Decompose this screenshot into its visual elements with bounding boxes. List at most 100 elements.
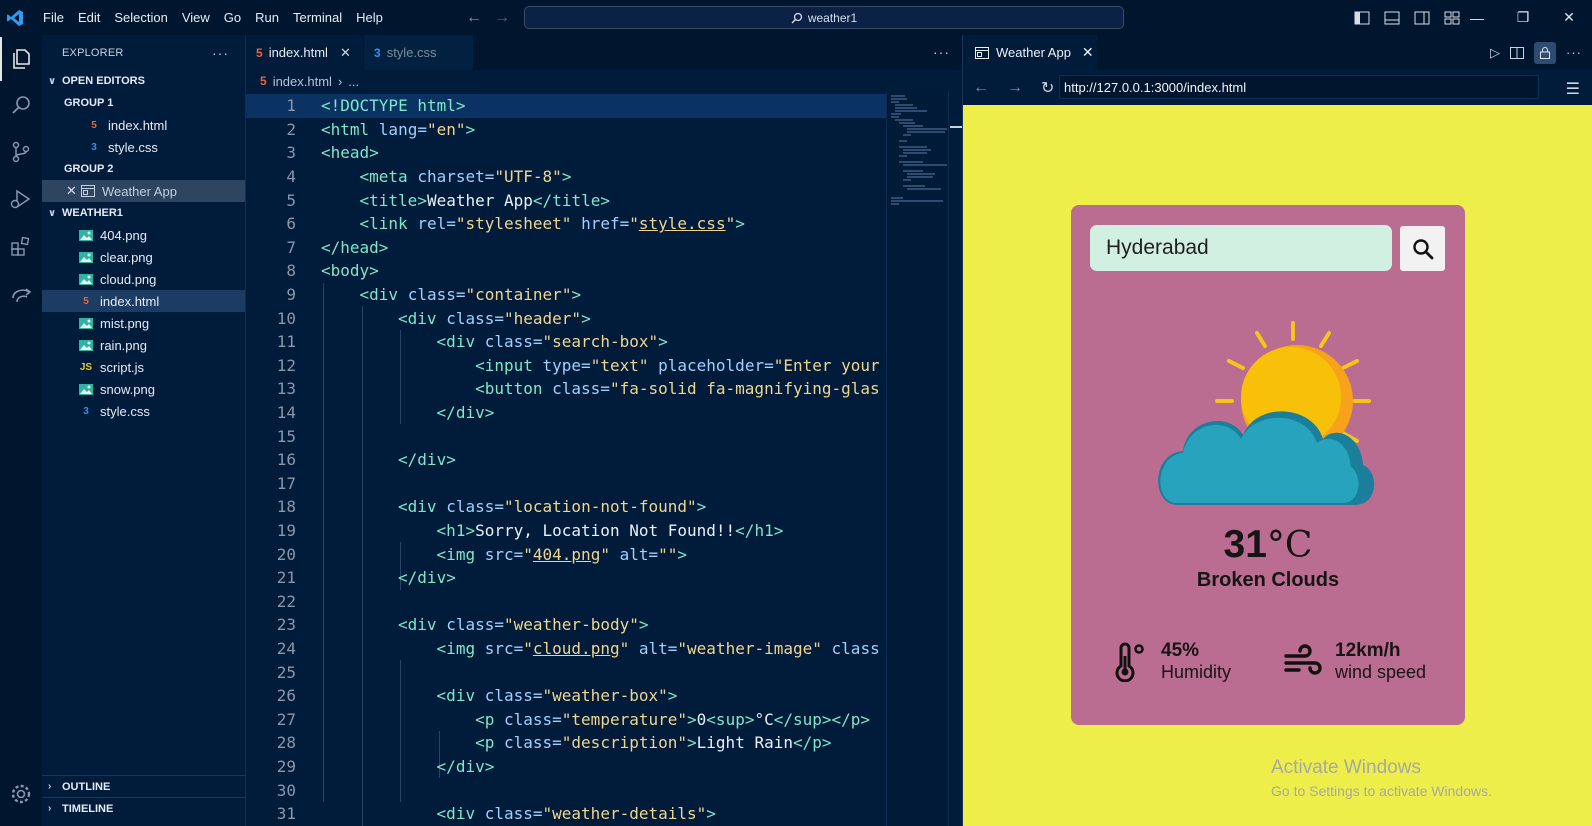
remote-explorer-icon[interactable] [0,273,42,317]
breadcrumb-rest[interactable]: ... [348,74,359,89]
breadcrumb-file[interactable]: index.html [273,74,332,89]
line-number: 25 [276,662,296,682]
search-activity-icon[interactable] [0,83,42,127]
menu-view[interactable]: View [175,0,217,35]
line-number: 23 [276,615,296,635]
file-item-style-css[interactable]: 3 style.css [42,400,245,422]
file-item-rain-png[interactable]: rain.png [42,334,245,356]
code-text: <title>Weather App</title> [360,191,610,210]
file-item-clear-png[interactable]: clear.png [42,246,245,268]
explorer-activity-icon[interactable] [0,37,42,81]
menu-help[interactable]: Help [349,0,390,35]
group-1-header[interactable]: GROUP 1 [42,92,245,114]
code-token: src= [484,544,524,564]
open-editor-style-css[interactable]: 3 style.css [42,136,245,158]
more-actions-icon[interactable]: ··· [933,44,950,60]
code-token[interactable]: cloud.png [533,639,620,658]
restore-icon[interactable]: ❐ [1500,0,1546,35]
file-item-script-js[interactable]: JS script.js [42,356,245,378]
menu-run[interactable]: Run [248,0,286,35]
menu-file[interactable]: File [36,0,71,35]
webpage-viewport: Hyderabad 31°C Broken Clouds 45% Humidit… [963,105,1592,826]
url-input[interactable]: http://127.0.0.1:3000/index.html [1059,75,1539,99]
more-actions-icon[interactable]: ··· [1566,45,1582,60]
extensions-icon[interactable] [0,225,42,269]
lock-icon[interactable] [1534,41,1556,64]
source-control-icon[interactable] [0,130,42,174]
settings-gear-icon[interactable] [0,772,42,816]
file-item-404-png[interactable]: 404.png [42,224,245,246]
code-token: "fa-solid fa-magnifying-glas [609,379,880,399]
line-number: 17 [276,473,296,493]
file-item-label: cloud.png [100,271,157,287]
open-editor-index-html[interactable]: 5 index.html [42,114,245,136]
close-icon[interactable]: ✕ [66,183,80,199]
browser-back-icon[interactable]: ← [973,79,989,97]
code-text: <link rel="stylesheet" href="style.css"> [360,214,745,233]
browser-menu-icon[interactable]: ☰ [1566,79,1580,99]
code-token: class [821,639,880,659]
toggle-secondary-sidebar-icon[interactable] [1414,11,1430,25]
more-actions-icon[interactable]: ··· [212,45,229,61]
minimize-icon[interactable]: — [1454,0,1500,35]
back-arrow-icon[interactable]: ← [466,9,482,27]
file-item-snow-png[interactable]: snow.png [42,378,245,400]
line-number: 31 [276,804,296,824]
image-file-icon [78,315,94,331]
tab-weather-app[interactable]: Weather App ✕ [963,35,1097,70]
city-search-input[interactable]: Hyderabad [1090,225,1392,271]
code-text: <h1>Sorry, Location Not Found!!</h1> [437,521,784,540]
folder-section[interactable]: ∨ WEATHER1 [42,202,245,224]
menu-go[interactable]: Go [217,0,248,35]
code-text: <img src="cloud.png" alt="weather-image"… [437,639,880,658]
code-token: Sorry, Location Not Found!! [475,521,736,541]
code-token: "UTF-8" [494,167,562,187]
open-editor-weather-app[interactable]: ✕ Weather App [42,180,245,202]
code-token: > [706,804,716,824]
menu-selection[interactable]: Selection [107,0,174,35]
menu-edit[interactable]: Edit [71,0,107,35]
close-icon[interactable]: ✕ [340,45,351,61]
preview-icon [975,46,989,59]
code-token: <html [321,119,379,139]
tab-index-html[interactable]: 5 index.html ✕ [246,35,364,70]
code-line: 24 <img src="cloud.png" alt="weather-imag… [246,637,886,661]
forward-arrow-icon[interactable]: → [494,9,510,27]
group-2-header[interactable]: GROUP 2 [42,158,245,180]
preview-icon [80,183,96,199]
code-token: "stylesheet" [455,214,572,234]
code-text: <button class="fa-solid fa-magnifying-gl… [475,379,880,398]
minimap[interactable] [886,92,948,826]
code-token: </p> [792,733,832,753]
menu-terminal[interactable]: Terminal [286,0,349,35]
split-editor-icon[interactable] [1510,46,1524,59]
reload-icon[interactable]: ↻ [1041,78,1054,98]
code-token[interactable]: style.css [639,214,726,233]
search-button[interactable] [1400,226,1445,271]
toggle-panel-icon[interactable] [1384,11,1400,25]
line-number: 27 [276,709,296,729]
timeline-section[interactable]: › TIMELINE [42,797,246,819]
close-icon[interactable]: ✕ [1082,44,1094,61]
line-number: 22 [276,591,296,611]
vertical-scrollbar[interactable] [948,92,962,826]
file-item-cloud-png[interactable]: cloud.png [42,268,245,290]
browser-forward-icon[interactable]: → [1007,79,1023,97]
file-item-index-html[interactable]: 5 index.html [42,290,245,312]
toggle-primary-sidebar-icon[interactable] [1354,11,1370,25]
open-editors-section[interactable]: ∨ OPEN EDITORS [42,70,245,92]
code-line: 16 </div> [246,448,886,472]
run-debug-icon[interactable] [0,177,42,221]
code-token: " [523,544,533,564]
activate-windows-watermark: Activate Windows Go to Settings to activ… [1271,757,1492,799]
run-icon[interactable]: ▷ [1490,45,1500,61]
file-item-mist-png[interactable]: mist.png [42,312,245,334]
wind-value: 12km/h [1335,640,1401,661]
command-center-search[interactable]: weather1 [524,6,1124,29]
preview-tab-label: Weather App [996,45,1071,60]
tab-style-css[interactable]: 3 style.css [364,35,474,70]
code-token[interactable]: 404.png [533,545,600,564]
code-area[interactable]: 1 <!DOCTYPE html> 2 <html lang="en"> 3 <head>… [246,92,962,826]
close-window-icon[interactable]: ✕ [1546,0,1592,35]
outline-section[interactable]: › OUTLINE [42,775,246,797]
